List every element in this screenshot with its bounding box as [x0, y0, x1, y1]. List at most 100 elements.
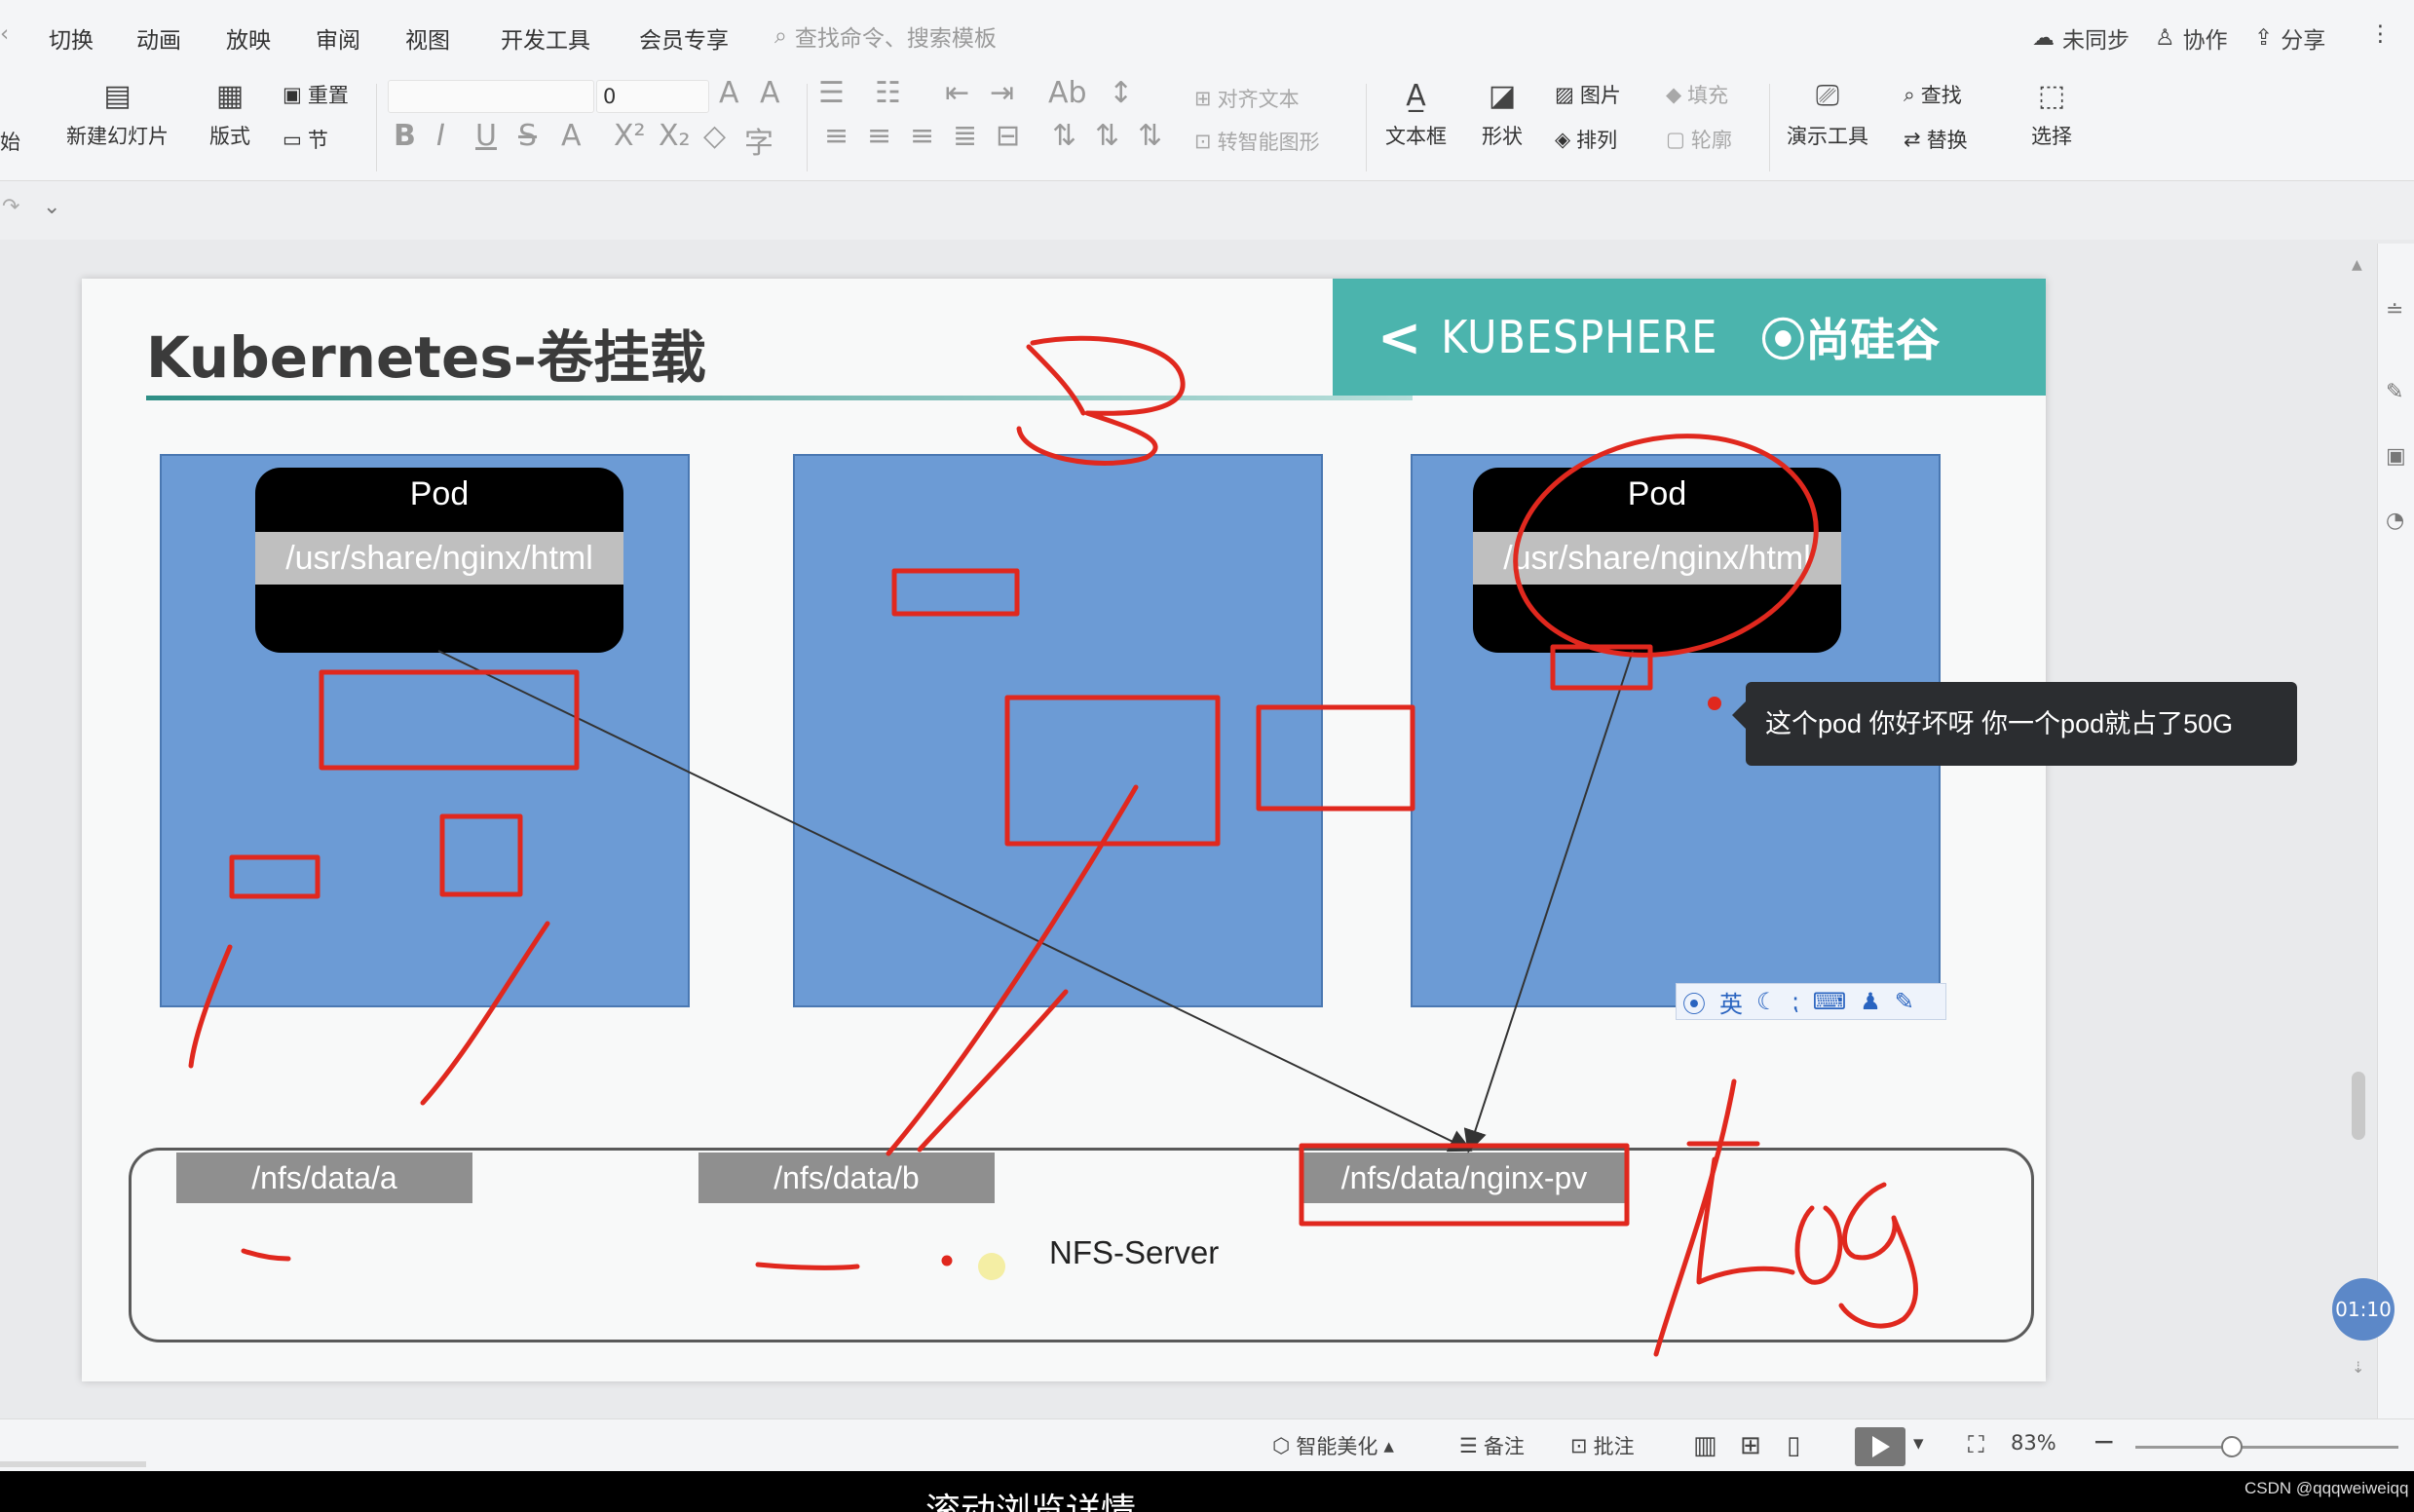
punctuation-icon[interactable]: ⁏	[1792, 988, 1799, 1015]
presenter-tools-button[interactable]: ⎚ 演示工具	[1787, 76, 1868, 150]
smart-shape-icon: ⊡	[1194, 130, 1212, 153]
share-button[interactable]: ⇪ 分享	[2254, 21, 2325, 55]
notes-button[interactable]: ☰ 备注	[1459, 1431, 1525, 1460]
tab-view[interactable]: 视图	[405, 21, 450, 55]
tab-developer[interactable]: 开发工具	[501, 21, 590, 55]
cloud-icon: ☁	[2032, 25, 2055, 51]
dropdown-icon[interactable]: ⌄	[43, 195, 60, 219]
strikethrough-icon[interactable]: S	[518, 119, 537, 153]
ime-logo-icon[interactable]: ⦿	[1682, 985, 1706, 1019]
numbered-list-icon[interactable]: ☷	[875, 76, 901, 110]
keyboard-icon[interactable]: ⌨	[1813, 988, 1847, 1015]
zoom-level[interactable]: 83%	[2011, 1431, 2056, 1455]
normal-view-icon[interactable]: ▥	[1693, 1431, 1717, 1460]
collaborate-button[interactable]: ♙ 协作	[2155, 21, 2228, 55]
ime-language-toggle[interactable]: 英	[1719, 985, 1743, 1019]
shrink-font-icon[interactable]: A	[760, 76, 780, 110]
text-direction-icon[interactable]: Ab	[1048, 76, 1087, 110]
pod-mount-path: /usr/share/nginx/html	[1473, 532, 1841, 585]
spacing-icon[interactable]: ⇅	[1138, 119, 1162, 153]
decrease-indent-icon[interactable]: ⇤	[945, 76, 969, 110]
grow-font-icon[interactable]: A	[719, 76, 739, 110]
play-options-icon[interactable]: ▾	[1913, 1431, 1924, 1455]
font-color-icon[interactable]: A	[561, 119, 582, 153]
play-slideshow-button[interactable]	[1855, 1427, 1905, 1466]
ime-toolbar[interactable]: ⦿ 英 ☾ ⁏ ⌨ ♟ ✎	[1676, 983, 1946, 1020]
clear-format-icon[interactable]: ◇	[703, 119, 726, 153]
scroll-down-icon[interactable]: ⇣	[2352, 1358, 2364, 1377]
tab-animation[interactable]: 动画	[136, 21, 181, 55]
superscript-icon[interactable]: X²	[614, 119, 646, 153]
columns-icon[interactable]: ⇅	[1095, 119, 1119, 153]
picture-icon: ▨	[1555, 83, 1574, 106]
bold-icon[interactable]: B	[394, 119, 416, 153]
sync-button[interactable]: ☁ 未同步	[2032, 21, 2130, 55]
panel-icon-3[interactable]: ▣	[2386, 444, 2406, 469]
fill-button[interactable]: ◆ 填充	[1666, 80, 1728, 109]
arrange-button[interactable]: ◈ 排列	[1555, 125, 1617, 154]
underline-icon[interactable]: U	[475, 119, 497, 153]
textbox-button[interactable]: A̲ 文本框	[1385, 76, 1447, 150]
beautify-button[interactable]: ⬡ 智能美化 ▴	[1272, 1431, 1394, 1460]
more-icon[interactable]: ⋮	[2369, 21, 2392, 47]
align-right-icon[interactable]: ≡	[910, 119, 934, 153]
ribbon-start-partial[interactable]: 始	[0, 127, 20, 156]
italic-icon[interactable]: I	[436, 119, 445, 153]
ribbon-divider	[1366, 84, 1367, 171]
layout-button[interactable]: ▦ 版式	[208, 76, 251, 150]
justify-icon[interactable]: ≣	[953, 119, 977, 153]
find-button[interactable]: ⌕ 查找	[1904, 80, 1962, 109]
select-button[interactable]: ⬚ 选择	[2030, 76, 2073, 150]
fit-window-icon[interactable]: ⛶	[1968, 1431, 1984, 1458]
wrench-icon[interactable]: ✎	[1895, 988, 1914, 1015]
tab-review[interactable]: 审阅	[316, 21, 360, 55]
comment-bubble[interactable]: 这个pod 你好坏呀 你一个pod就占了50G	[1732, 682, 2297, 766]
grid-view-icon[interactable]: ⊞	[1740, 1431, 1761, 1460]
new-slide-button[interactable]: ▤ 新建幻灯片	[66, 76, 169, 150]
annotate-button[interactable]: ⊡ 批注	[1570, 1431, 1635, 1460]
align-text-button[interactable]: ⊞ 对齐文本	[1194, 84, 1300, 113]
tab-transition[interactable]: 切换	[49, 21, 94, 55]
slide-canvas[interactable]: Kubernetes-卷挂载 < KUBESPHERE ⦿尚硅谷 Pod /us…	[82, 279, 2046, 1381]
font-family-select[interactable]	[388, 80, 594, 113]
section-button[interactable]: ▭ 节	[283, 125, 328, 154]
shape-button[interactable]: ◪ 形状	[1481, 76, 1524, 150]
redo-icon[interactable]: ↷	[2, 195, 19, 219]
align-left-icon[interactable]: ≡	[824, 119, 849, 153]
line-spacing-icon[interactable]: ↕	[1109, 76, 1133, 110]
user-icon[interactable]: ♟	[1860, 988, 1881, 1015]
panel-icon-2[interactable]: ✎	[2386, 380, 2403, 404]
scroll-thumb[interactable]	[2352, 1072, 2365, 1140]
tab-member[interactable]: 会员专享	[639, 21, 729, 55]
csdn-watermark: CSDN @qqqweiweiqq	[2244, 1479, 2409, 1497]
outline-label: 轮廓	[1690, 129, 1732, 152]
smart-shape-button[interactable]: ⊡ 转智能图形	[1194, 127, 1320, 156]
panel-icon-4[interactable]: ◔	[2386, 509, 2404, 533]
zoom-slider-track[interactable]	[2135, 1446, 2398, 1449]
tab-slideshow[interactable]: 放映	[226, 21, 271, 55]
align-center-icon[interactable]: ≡	[867, 119, 891, 153]
subscript-icon[interactable]: X₂	[659, 119, 691, 153]
menu-tab-partial[interactable]: ‹	[0, 21, 9, 47]
zoom-out-icon[interactable]: −	[2093, 1425, 2115, 1457]
outline-button[interactable]: ▢ 轮廓	[1666, 125, 1732, 154]
reset-button[interactable]: ▣ 重置	[283, 80, 349, 109]
command-search[interactable]: ⌕ 查找命令、搜索模板	[774, 19, 997, 53]
video-progress-bar[interactable]	[0, 1461, 146, 1467]
picture-button[interactable]: ▨ 图片	[1555, 80, 1621, 109]
reading-view-icon[interactable]: ▯	[1787, 1431, 1800, 1460]
font-size-select[interactable]: 0	[596, 80, 709, 113]
moon-icon[interactable]: ☾	[1756, 988, 1778, 1015]
panel-icon-1[interactable]: ≐	[2386, 298, 2403, 322]
bullet-list-icon[interactable]: ☰	[818, 76, 845, 110]
replace-button[interactable]: ⇄ 替换	[1904, 125, 1968, 154]
scroll-up-icon[interactable]: ▲	[2352, 257, 2362, 273]
vertical-scrollbar[interactable]: ▲ ⇣	[2348, 253, 2369, 1383]
para-spacing-icon[interactable]: ⇅	[1052, 119, 1076, 153]
pinyin-icon[interactable]: 字	[744, 119, 773, 162]
increase-indent-icon[interactable]: ⇥	[990, 76, 1014, 110]
distribute-icon[interactable]: ⊟	[996, 119, 1020, 153]
shape-icon: ◪	[1488, 78, 1517, 113]
zoom-slider-thumb[interactable]	[2221, 1436, 2243, 1457]
section-label: 节	[307, 129, 328, 152]
